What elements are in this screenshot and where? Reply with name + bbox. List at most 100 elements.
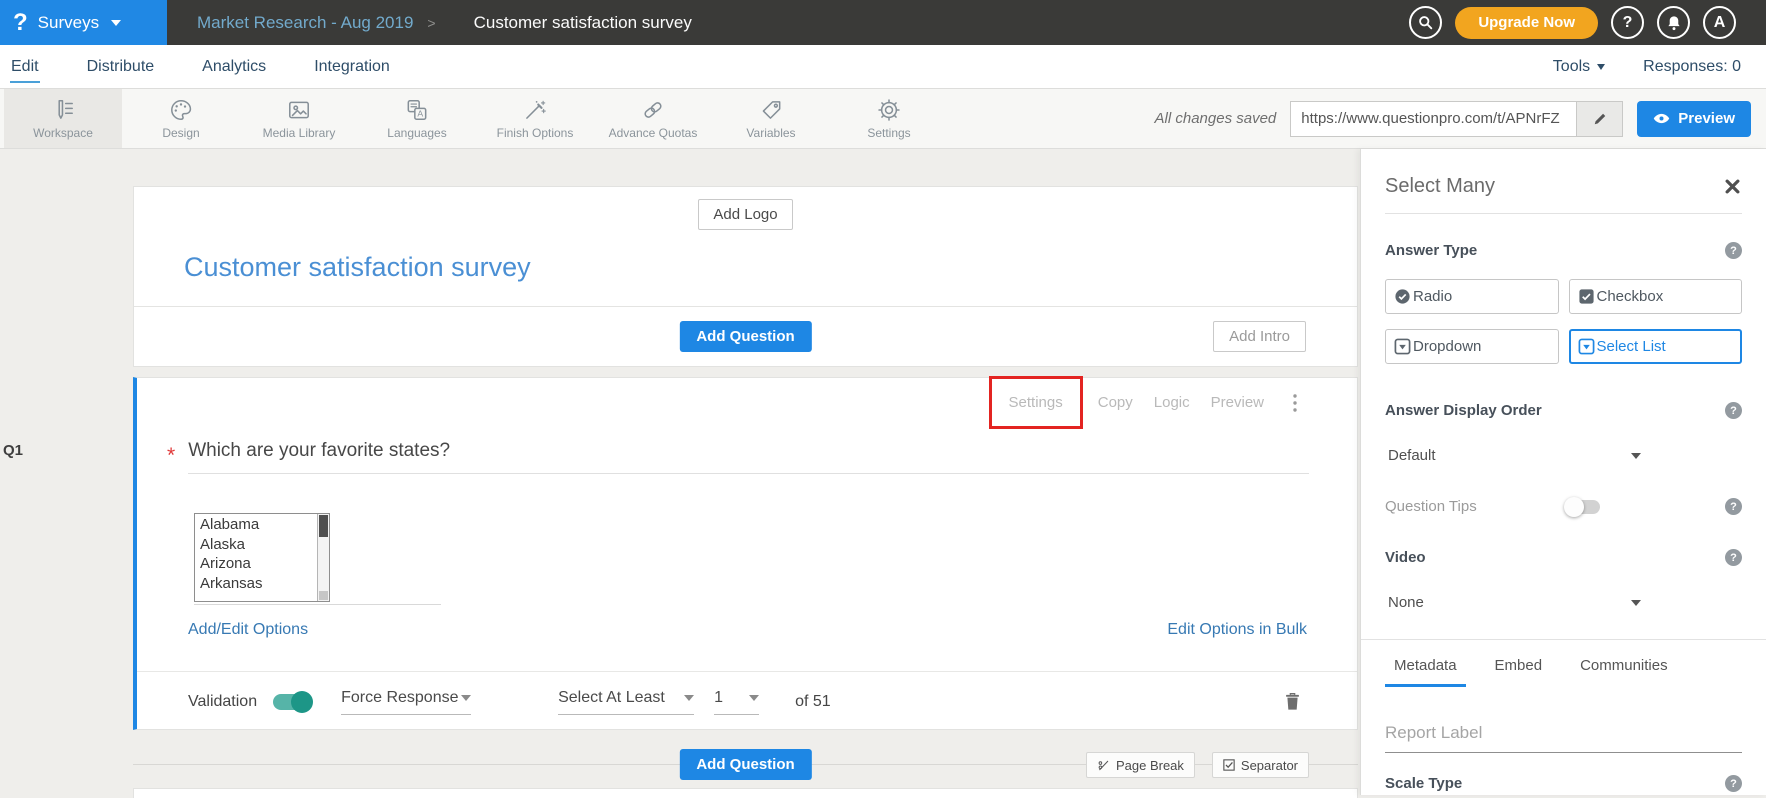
select-rule-dropdown[interactable]: Select At Least [558, 689, 694, 715]
answer-type-checkbox[interactable]: Checkbox [1569, 279, 1743, 314]
answer-display-order-header: Answer Display Order ? [1385, 402, 1742, 419]
add-question-button-bottom[interactable]: Add Question [679, 749, 811, 780]
surveys-product-menu[interactable]: ? Surveys [0, 0, 167, 45]
responses-count: Responses: 0 [1643, 58, 1741, 76]
notifications-button[interactable] [1657, 6, 1690, 39]
question-logic-action[interactable]: Logic [1154, 394, 1190, 411]
search-icon [1418, 15, 1433, 30]
edit-options-bulk-link[interactable]: Edit Options in Bulk [1167, 621, 1307, 639]
page-break-button[interactable]: Page Break [1086, 752, 1195, 778]
tools-menu[interactable]: Tools [1553, 58, 1605, 76]
question-tips-toggle[interactable] [1566, 500, 1600, 514]
scale-type-label: Scale Type [1385, 775, 1462, 792]
answer-type-radio[interactable]: Radio [1385, 279, 1559, 314]
toolbar-item-settings[interactable]: Settings [830, 89, 948, 148]
help-icon[interactable]: ? [1725, 242, 1742, 259]
tab-communities[interactable]: Communities [1574, 655, 1674, 687]
dropdown-icon [1394, 338, 1411, 355]
answer-option[interactable]: Arizona [200, 554, 317, 574]
toolbar-item-advance-quotas[interactable]: Advance Quotas [594, 89, 712, 148]
toolbar-item-languages[interactable]: A Languages [358, 89, 476, 148]
tab-distribute[interactable]: Distribute [86, 47, 156, 87]
survey-url-input[interactable] [1291, 102, 1576, 136]
help-icon[interactable]: ? [1725, 498, 1742, 515]
kebab-menu-icon [1293, 394, 1297, 412]
preview-button[interactable]: Preview [1637, 101, 1751, 137]
list-scrollbar[interactable] [317, 514, 329, 601]
add-question-button-top[interactable]: Add Question [679, 321, 811, 352]
caret-down-icon [1631, 600, 1641, 606]
breadcrumb-folder-link[interactable]: Market Research - Aug 2019 [197, 13, 413, 33]
toggle-knob [291, 691, 313, 713]
help-icon[interactable]: ? [1725, 775, 1742, 792]
answer-type-dropdown[interactable]: Dropdown [1385, 329, 1559, 364]
options-underline [194, 604, 441, 605]
report-label-input[interactable] [1385, 721, 1742, 753]
add-intro-button[interactable]: Add Intro [1213, 321, 1306, 352]
image-icon [286, 97, 312, 123]
tab-metadata[interactable]: Metadata [1388, 655, 1463, 687]
answer-type-label: Answer Type [1385, 242, 1477, 259]
answer-type-options: Radio Checkbox Dropdown Select List [1385, 279, 1742, 364]
scrollbar-thumb[interactable] [319, 515, 328, 537]
add-edit-options-link[interactable]: Add/Edit Options [188, 621, 308, 639]
answer-display-order-label: Answer Display Order [1385, 402, 1542, 419]
chevron-down-icon [1597, 64, 1605, 70]
tab-embed[interactable]: Embed [1489, 655, 1549, 687]
gear-icon [876, 97, 902, 123]
question-copy-action[interactable]: Copy [1098, 394, 1133, 411]
chevron-down-icon [111, 20, 121, 26]
edit-url-button[interactable] [1576, 102, 1622, 136]
search-button[interactable] [1409, 6, 1442, 39]
answer-option[interactable]: Arkansas [200, 574, 317, 594]
add-logo-button[interactable]: Add Logo [698, 199, 792, 230]
question-mark-icon: ? [1623, 14, 1633, 32]
settings-action-highlight[interactable]: Settings [989, 376, 1083, 429]
more-options-button[interactable] [1293, 394, 1297, 412]
chain-link-icon [640, 97, 666, 123]
toggle-knob [1564, 497, 1584, 517]
video-header: Video ? [1385, 549, 1742, 566]
account-avatar[interactable]: A [1703, 6, 1736, 39]
question-settings-action[interactable]: Settings [1009, 394, 1063, 411]
force-response-dropdown[interactable]: Force Response [341, 689, 471, 715]
tab-edit[interactable]: Edit [10, 47, 40, 87]
question-text-row: * Which are your favorite states? [167, 440, 1309, 474]
answer-select-list[interactable]: Alabama Alaska Arizona Arkansas [194, 513, 330, 602]
toolbar-item-media-library[interactable]: Media Library [240, 89, 358, 148]
toolbar-item-design[interactable]: Design [122, 89, 240, 148]
logo-row: Add Logo [134, 187, 1357, 230]
help-button[interactable]: ? [1611, 6, 1644, 39]
breadcrumb-current-survey: Customer satisfaction survey [474, 13, 692, 33]
toolbar-item-finish-options[interactable]: Finish Options [476, 89, 594, 148]
divider [1361, 639, 1766, 640]
upgrade-now-button[interactable]: Upgrade Now [1455, 7, 1598, 39]
tab-analytics[interactable]: Analytics [201, 47, 267, 87]
answer-option[interactable]: Alabama [200, 515, 317, 535]
tab-integration[interactable]: Integration [313, 47, 391, 87]
video-dropdown[interactable]: None [1385, 594, 1641, 611]
question-preview-action[interactable]: Preview [1211, 394, 1264, 411]
answer-option[interactable]: Alaska [200, 535, 317, 555]
close-panel-button[interactable] [1723, 177, 1742, 196]
caret-down-icon [749, 695, 759, 701]
trash-icon [1284, 692, 1301, 711]
survey-editor-canvas: Q1 Add Logo Customer satisfaction survey… [0, 149, 1360, 795]
of-total-label: of 51 [795, 693, 831, 711]
help-icon[interactable]: ? [1725, 549, 1742, 566]
survey-title[interactable]: Customer satisfaction survey [184, 252, 1357, 283]
delete-question-button[interactable] [1284, 692, 1301, 711]
validation-toggle[interactable] [273, 694, 311, 710]
questionpro-logo-icon: ? [13, 11, 28, 35]
workspace-icon [50, 97, 76, 123]
question-text-editor[interactable]: Which are your favorite states? [188, 440, 1309, 474]
count-dropdown[interactable]: 1 [714, 689, 759, 715]
answer-display-order-dropdown[interactable]: Default [1385, 447, 1641, 464]
separator-button[interactable]: Separator [1212, 752, 1309, 778]
close-icon [1725, 179, 1740, 194]
editor-toolbar: Workspace Design Media Library A Languag… [0, 88, 1766, 149]
help-icon[interactable]: ? [1725, 402, 1742, 419]
answer-type-select-list[interactable]: Select List [1569, 329, 1743, 364]
toolbar-item-workspace[interactable]: Workspace [4, 89, 122, 148]
toolbar-item-variables[interactable]: Variables [712, 89, 830, 148]
